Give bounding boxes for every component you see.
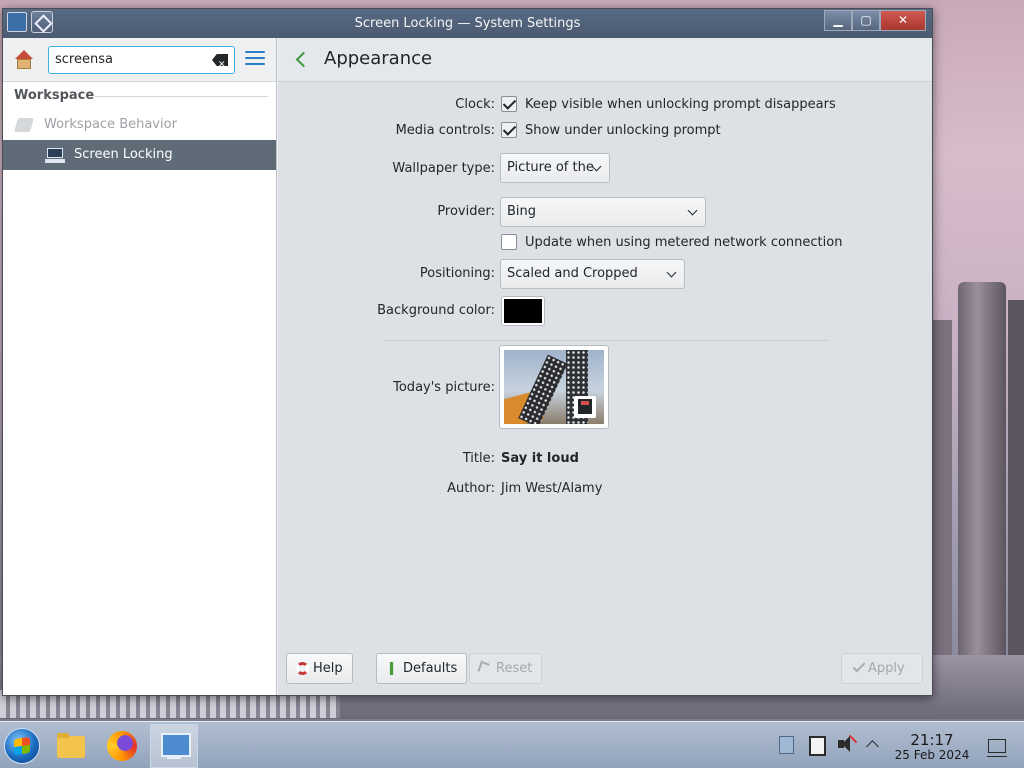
clock-date: 25 Feb 2024 (894, 748, 970, 762)
help-icon (296, 662, 309, 675)
provider-dropdown[interactable]: Bing (500, 197, 706, 227)
sidebar-section-workspace: Workspace (3, 82, 276, 110)
defaults-icon (389, 662, 394, 675)
home-icon[interactable] (13, 49, 35, 71)
sidebar-item-label: Screen Locking (74, 147, 173, 162)
show-desktop-icon[interactable] (987, 739, 1007, 757)
picture-author-value: Jim West/Alamy (501, 481, 603, 496)
background-color-button[interactable] (501, 296, 545, 326)
close-button[interactable]: ✕ (880, 10, 926, 31)
back-arrow-icon[interactable] (292, 48, 312, 72)
reset-icon (477, 660, 490, 675)
media-controls-checkbox-row[interactable]: Show under unlocking prompt (501, 116, 721, 144)
chevron-up-icon[interactable] (864, 734, 884, 756)
file-manager-icon[interactable] (52, 726, 92, 766)
sidebar-header: screensa (3, 38, 276, 82)
apply-icon (852, 659, 866, 673)
workspace-behavior-icon (14, 118, 34, 132)
clock-time: 21:17 (910, 731, 954, 749)
system-settings-window: Screen Locking — System Settings ▁ ▢ ✕ s… (2, 8, 933, 696)
app-icon[interactable] (7, 12, 27, 32)
hamburger-menu-icon[interactable] (245, 51, 265, 67)
reset-button-label: Reset (496, 661, 533, 676)
provider-value: Bing (507, 204, 537, 219)
clear-search-icon[interactable] (212, 54, 228, 66)
wallpaper-type-dropdown[interactable]: Picture of the (500, 153, 610, 183)
positioning-label: Positioning: (419, 266, 495, 281)
metered-network-checkbox[interactable] (501, 234, 517, 250)
background-color-label: Background color: (377, 303, 495, 318)
defaults-button-label: Defaults (403, 661, 458, 676)
window-menu-icon[interactable] (31, 11, 53, 33)
minimize-button[interactable]: ▁ (824, 10, 852, 31)
defaults-button[interactable]: Defaults (376, 653, 468, 684)
search-input[interactable]: screensa (48, 46, 235, 74)
sidebar-item-screen-locking[interactable]: Screen Locking (3, 140, 276, 170)
author-label: Author: (447, 481, 495, 496)
picture-title-value: Say it loud (501, 451, 579, 466)
apply-button[interactable]: Apply (841, 653, 923, 684)
todays-picture-thumbnail[interactable] (499, 345, 609, 429)
metered-network-checkbox-label[interactable]: Update when using metered network connec… (525, 235, 842, 250)
clock-checkbox[interactable] (501, 96, 517, 112)
save-icon[interactable] (574, 396, 596, 418)
sidebar-item-label: Workspace Behavior (44, 117, 177, 132)
title-label: Title: (462, 451, 495, 466)
page-title: Appearance (324, 48, 433, 69)
todays-picture-label: Today's picture: (393, 380, 495, 395)
clipboard-icon[interactable] (806, 734, 826, 756)
media-controls-label: Media controls: (395, 123, 495, 138)
reset-button[interactable]: Reset (469, 653, 543, 684)
chevron-down-icon (666, 267, 677, 278)
provider-label: Provider: (437, 204, 495, 219)
positioning-dropdown[interactable]: Scaled and Cropped (500, 259, 685, 289)
sidebar: screensa Workspace Workspace Behavior Sc… (3, 38, 277, 695)
help-button-label: Help (313, 661, 343, 676)
screen-locking-icon (45, 148, 65, 163)
page-header: Appearance (278, 38, 932, 82)
positioning-value: Scaled and Cropped (507, 266, 638, 281)
wallpaper-tower (958, 282, 1006, 662)
volume-muted-icon[interactable] (836, 734, 858, 756)
picture-preview (504, 350, 604, 424)
help-button[interactable]: Help (286, 653, 353, 684)
wallpaper-type-value: Picture of the (507, 160, 594, 175)
chevron-down-icon (687, 205, 698, 216)
media-controls-checkbox-label[interactable]: Show under unlocking prompt (525, 123, 721, 138)
metered-checkbox-row[interactable]: Update when using metered network connec… (501, 228, 842, 256)
window-titlebar[interactable]: Screen Locking — System Settings ▁ ▢ ✕ (3, 9, 932, 38)
main-panel: Appearance Clock: Keep visible when unlo… (278, 38, 932, 695)
firefox-icon[interactable] (102, 726, 142, 766)
network-icon[interactable] (776, 734, 796, 756)
clock-checkbox-label[interactable]: Keep visible when unlocking prompt disap… (525, 97, 836, 112)
window-title: Screen Locking — System Settings (354, 16, 581, 31)
maximize-button[interactable]: ▢ (852, 10, 880, 31)
sidebar-item-workspace-behavior[interactable]: Workspace Behavior (3, 110, 276, 140)
window-controls: ▁ ▢ ✕ (824, 10, 926, 32)
taskbar-clock[interactable]: 21:17 25 Feb 2024 (888, 732, 976, 763)
apply-button-label: Apply (868, 661, 905, 676)
search-input-value: screensa (55, 52, 113, 67)
start-menu-icon[interactable] (4, 728, 40, 764)
clock-label: Clock: (455, 97, 495, 112)
system-settings-task-icon[interactable] (150, 724, 198, 768)
taskbar: 21:17 25 Feb 2024 (0, 721, 1024, 768)
section-divider (383, 340, 827, 341)
wallpaper-building (1008, 300, 1024, 660)
background-color-swatch (504, 299, 542, 323)
media-controls-checkbox[interactable] (501, 122, 517, 138)
clock-checkbox-row[interactable]: Keep visible when unlocking prompt disap… (501, 90, 836, 118)
wallpaper-type-label: Wallpaper type: (392, 161, 495, 176)
